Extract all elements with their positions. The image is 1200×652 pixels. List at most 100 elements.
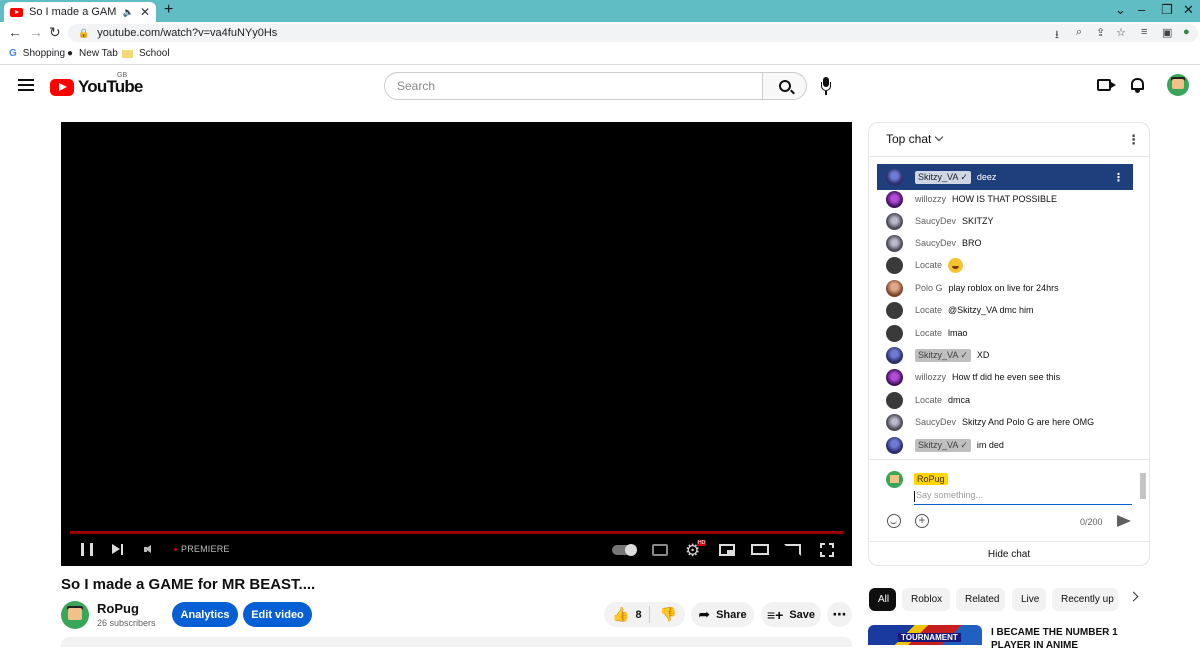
hamburger-menu-icon[interactable] [18, 79, 34, 91]
address-bar[interactable]: 🔒 youtube.com/watch?v=va4fuNYy0Hs [68, 24, 1198, 42]
add-super-chat-icon[interactable]: + [915, 514, 929, 528]
related-video-title[interactable]: I BECAME THE NUMBER 1 PLAYER IN ANIME [991, 626, 1141, 652]
dislike-thumb-icon[interactable]: 👎 [660, 606, 677, 623]
new-tab-plus-icon[interactable]: + [164, 1, 173, 19]
chat-author: SaucyDev [915, 417, 957, 427]
notifications-bell-icon[interactable] [1131, 77, 1144, 93]
chat-text: BRO [962, 238, 982, 248]
like-thumb-icon[interactable]: 👍 [612, 606, 629, 623]
lock-icon: 🔒 [78, 27, 90, 38]
captions-icon[interactable] [652, 544, 668, 556]
save-button[interactable]: ≡+ Save [761, 602, 821, 627]
progress-bar[interactable] [70, 531, 843, 534]
chat-message[interactable]: Polo G play roblox on live for 24hrs [886, 279, 1132, 297]
chat-mode-dropdown[interactable]: Top chat [886, 132, 944, 146]
voice-search-mic-icon[interactable] [820, 77, 832, 97]
chat-message[interactable]: SaucyDev Skitzy And Polo G are here OMG [886, 413, 1132, 431]
next-video-icon[interactable] [112, 543, 124, 556]
chat-author: Skitzy_VA ✓ [915, 438, 971, 452]
chat-message[interactable]: willozzy How tf did he even see this [886, 368, 1132, 386]
maximize-icon[interactable]: ❐ [1161, 2, 1173, 18]
zoom-icon[interactable]: ⌕ [1076, 26, 1082, 39]
chat-message[interactable]: SaucyDev SKITZY [886, 212, 1132, 230]
reading-list-icon[interactable]: ≡ [1141, 26, 1147, 38]
bookmark-shopping[interactable]: G Shopping [9, 48, 65, 59]
create-video-icon[interactable] [1097, 79, 1116, 91]
filter-chip-related[interactable]: Related [956, 588, 1005, 611]
bookmark-star-icon[interactable]: ☆ [1116, 26, 1126, 39]
channel-avatar[interactable] [61, 601, 89, 629]
user-avatar [886, 391, 903, 409]
globe-icon: ● [67, 48, 74, 59]
filter-chip-recently-uploaded[interactable]: Recently up [1052, 588, 1118, 611]
user-avatar [886, 190, 903, 208]
chat-message[interactable]: SaucyDev BRO [886, 234, 1132, 252]
description-box[interactable] [61, 637, 852, 647]
thumbnail-tag: TOURNAMENT [898, 633, 961, 642]
fullscreen-icon[interactable] [820, 543, 834, 557]
send-icon[interactable] [1117, 515, 1131, 527]
install-app-icon[interactable]: ⭳ [1055, 26, 1059, 45]
search-button[interactable] [762, 72, 807, 100]
chat-input[interactable]: Say something... [914, 490, 1132, 505]
user-avatar [886, 413, 903, 431]
related-video-thumbnail[interactable]: TOURNAMENT [868, 625, 982, 645]
edit-video-button[interactable]: Edit video [243, 602, 312, 627]
bookmark-school[interactable]: School [122, 48, 170, 59]
chat-message[interactable]: Skitzy_VA ✓ XD [886, 346, 1132, 364]
chat-message-list[interactable]: Skitzy_VA ✓ deez ⋮ willozzy HOW IS THAT … [869, 163, 1149, 499]
search-input[interactable]: Search [384, 72, 763, 100]
chat-author: Skitzy_VA ✓ [915, 170, 971, 184]
chat-message[interactable]: Locate lmao [886, 324, 1132, 342]
laughing-emoji-icon [948, 257, 964, 273]
user-avatar [886, 234, 903, 252]
chevron-right-icon[interactable] [1128, 591, 1139, 602]
close-tab-icon[interactable]: ✕ [140, 5, 150, 19]
cast-icon[interactable] [784, 544, 801, 556]
hide-chat-button[interactable]: Hide chat [869, 541, 1149, 565]
chat-message[interactable]: Locate @Skitzy_VA dmc him [886, 301, 1132, 319]
forward-arrow-icon[interactable]: → [29, 24, 43, 40]
emoji-picker-icon[interactable] [887, 514, 901, 528]
tab-search-chevron-icon[interactable]: ⌄ [1115, 2, 1126, 18]
chat-author: Locate [915, 395, 943, 405]
back-arrow-icon[interactable]: ← [8, 24, 22, 40]
filter-chip-all[interactable]: All [869, 588, 896, 611]
chat-message[interactable]: Skitzy_VA ✓ im ded [886, 436, 1132, 454]
minimize-icon[interactable]: – [1138, 2, 1145, 17]
chat-options-icon[interactable]: ⋮ [1127, 132, 1140, 148]
bookmark-new-tab[interactable]: ● New Tab [67, 48, 118, 59]
volume-icon[interactable] [144, 545, 154, 554]
chat-message[interactable]: willozzy HOW IS THAT POSSIBLE [886, 190, 1132, 208]
channel-name[interactable]: RoPug [97, 601, 139, 616]
user-avatar [886, 368, 903, 386]
video-player[interactable]: PREMIERE ⚙ HD [61, 122, 852, 566]
analytics-button[interactable]: Analytics [172, 602, 238, 627]
youtube-logo[interactable]: YouTube GB [50, 72, 143, 97]
chat-message[interactable]: Locate dmca [886, 391, 1132, 409]
user-avatar [886, 301, 903, 319]
filter-chip-live[interactable]: Live [1012, 588, 1046, 611]
chat-text: im ded [976, 440, 1004, 450]
like-count: 8 [635, 608, 642, 621]
filter-chip-roblox[interactable]: Roblox [902, 588, 950, 611]
account-avatar[interactable] [1167, 74, 1189, 96]
chat-text: How tf did he even see this [952, 372, 1061, 382]
profile-icon[interactable]: ● [1183, 26, 1190, 38]
pause-icon[interactable] [81, 543, 93, 556]
more-actions-icon[interactable]: ⋯ [827, 602, 852, 627]
autoplay-toggle[interactable] [612, 544, 637, 556]
chat-message[interactable]: Locate [886, 256, 1132, 274]
browser-toolbar: ← → ↻ 🔒 youtube.com/watch?v=va4fuNYy0Hs … [0, 22, 1200, 44]
miniplayer-icon[interactable] [719, 544, 735, 556]
share-page-icon[interactable]: ⇪ [1096, 26, 1105, 39]
speaker-icon[interactable]: 🔈 [123, 7, 134, 18]
browser-tab[interactable]: So I made a GAME for MR BEAST 🔈 ✕ [4, 2, 156, 22]
chat-message[interactable]: Skitzy_VA ✓ deez ⋮ [877, 164, 1133, 190]
share-button[interactable]: ➦ Share [691, 602, 754, 627]
close-window-icon[interactable]: ✕ [1183, 2, 1194, 18]
message-options-icon[interactable]: ⋮ [1113, 171, 1124, 184]
reload-icon[interactable]: ↻ [49, 24, 61, 41]
side-panel-icon[interactable]: ▣ [1162, 26, 1172, 39]
theater-mode-icon[interactable] [751, 544, 769, 555]
